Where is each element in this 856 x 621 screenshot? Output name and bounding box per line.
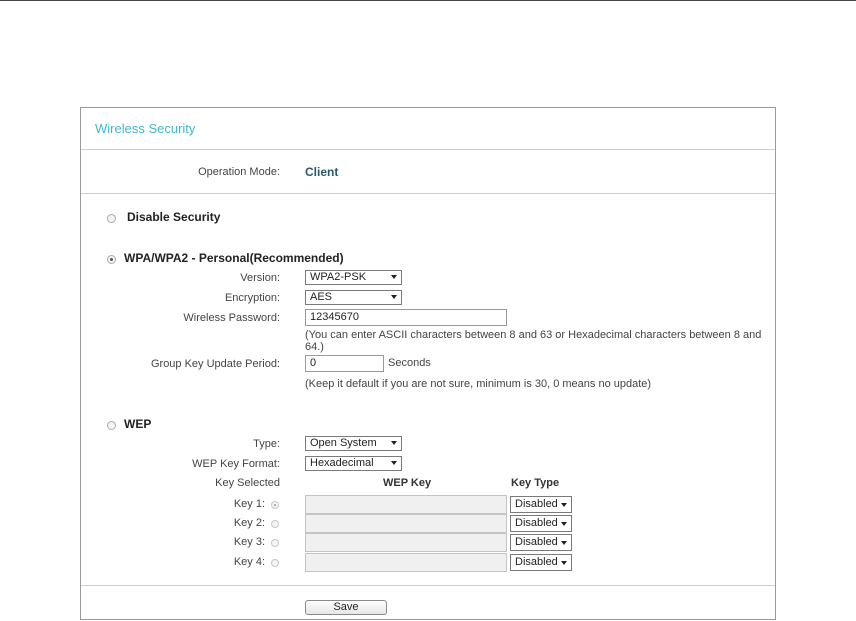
operation-mode-value: Client — [305, 165, 339, 179]
key-3-type-value: Disabled — [515, 536, 558, 548]
key-4-type-value: Disabled — [515, 556, 558, 568]
key-1-radio[interactable] — [271, 501, 279, 509]
title-divider — [81, 149, 775, 150]
chevron-down-icon — [391, 295, 397, 299]
wep-key-header: WEP Key — [383, 477, 432, 489]
key-3-radio[interactable] — [271, 539, 279, 547]
group-key-input[interactable]: 0 — [305, 355, 384, 372]
wep-type-select[interactable]: Open System — [305, 436, 402, 451]
key-type-header: Key Type — [511, 477, 560, 489]
key-4-type-select[interactable]: Disabled — [510, 554, 572, 571]
wireless-password-label: Wireless Password: — [183, 312, 280, 324]
top-divider — [0, 0, 856, 1]
key-3-type-select[interactable]: Disabled — [510, 534, 572, 551]
encryption-label: Encryption: — [224, 292, 280, 304]
chevron-down-icon — [391, 275, 397, 279]
key-4-label: Key 4: — [233, 556, 265, 568]
key-2-type-select[interactable]: Disabled — [510, 515, 572, 532]
wep-type-label: Type: — [253, 438, 280, 450]
wep-type-select-value: Open System — [310, 437, 377, 449]
group-key-label: Group Key Update Period: — [150, 358, 280, 370]
encryption-select[interactable]: AES — [305, 290, 402, 305]
wpa-personal-title: WPA/WPA2 - Personal(Recommended) — [124, 251, 344, 265]
key-3-input[interactable] — [305, 533, 507, 552]
key-1-input[interactable] — [305, 495, 507, 514]
chevron-down-icon — [561, 522, 567, 526]
key-2-type-value: Disabled — [515, 517, 558, 529]
wireless-security-panel: Wireless Security Operation Mode: Client… — [80, 107, 776, 620]
key-4-input[interactable] — [305, 553, 507, 572]
version-label: Version: — [240, 272, 280, 284]
encryption-select-value: AES — [310, 291, 333, 303]
version-select-value: WPA2-PSK — [310, 271, 367, 283]
wep-key-format-select-value: Hexadecimal — [310, 457, 374, 469]
password-hint: (You can enter ASCII characters between … — [305, 329, 762, 353]
key-1-type-value: Disabled — [515, 498, 558, 510]
operation-mode-label: Operation Mode: — [198, 166, 280, 178]
mode-divider — [81, 193, 775, 194]
wep-key-format-select[interactable]: Hexadecimal — [305, 456, 402, 471]
version-select[interactable]: WPA2-PSK — [305, 270, 402, 285]
wep-radio[interactable] — [107, 421, 116, 430]
footer-divider — [81, 585, 775, 586]
save-button[interactable]: Save — [305, 600, 387, 615]
chevron-down-icon — [561, 503, 567, 507]
key-2-label: Key 2: — [233, 517, 265, 529]
chevron-down-icon — [391, 441, 397, 445]
group-key-hint: (Keep it default if you are not sure, mi… — [305, 378, 652, 390]
key-selected-header: Key Selected — [215, 477, 280, 489]
chevron-down-icon — [561, 541, 567, 545]
wep-title: WEP — [124, 417, 152, 431]
group-key-unit: Seconds — [388, 357, 431, 369]
key-2-radio[interactable] — [271, 520, 279, 528]
wpa-personal-radio[interactable] — [107, 255, 116, 264]
panel-title: Wireless Security — [95, 121, 196, 136]
key-3-label: Key 3: — [233, 536, 265, 548]
key-1-label: Key 1: — [233, 498, 265, 510]
disable-security-radio[interactable] — [107, 214, 116, 223]
key-4-radio[interactable] — [271, 559, 279, 567]
disable-security-label: Disable Security — [127, 210, 221, 224]
wep-key-format-label: WEP Key Format: — [192, 458, 280, 470]
key-2-input[interactable] — [305, 514, 507, 533]
chevron-down-icon — [561, 561, 567, 565]
chevron-down-icon — [391, 461, 397, 465]
wireless-password-input[interactable]: 12345670 — [305, 309, 507, 326]
key-1-type-select[interactable]: Disabled — [510, 496, 572, 513]
